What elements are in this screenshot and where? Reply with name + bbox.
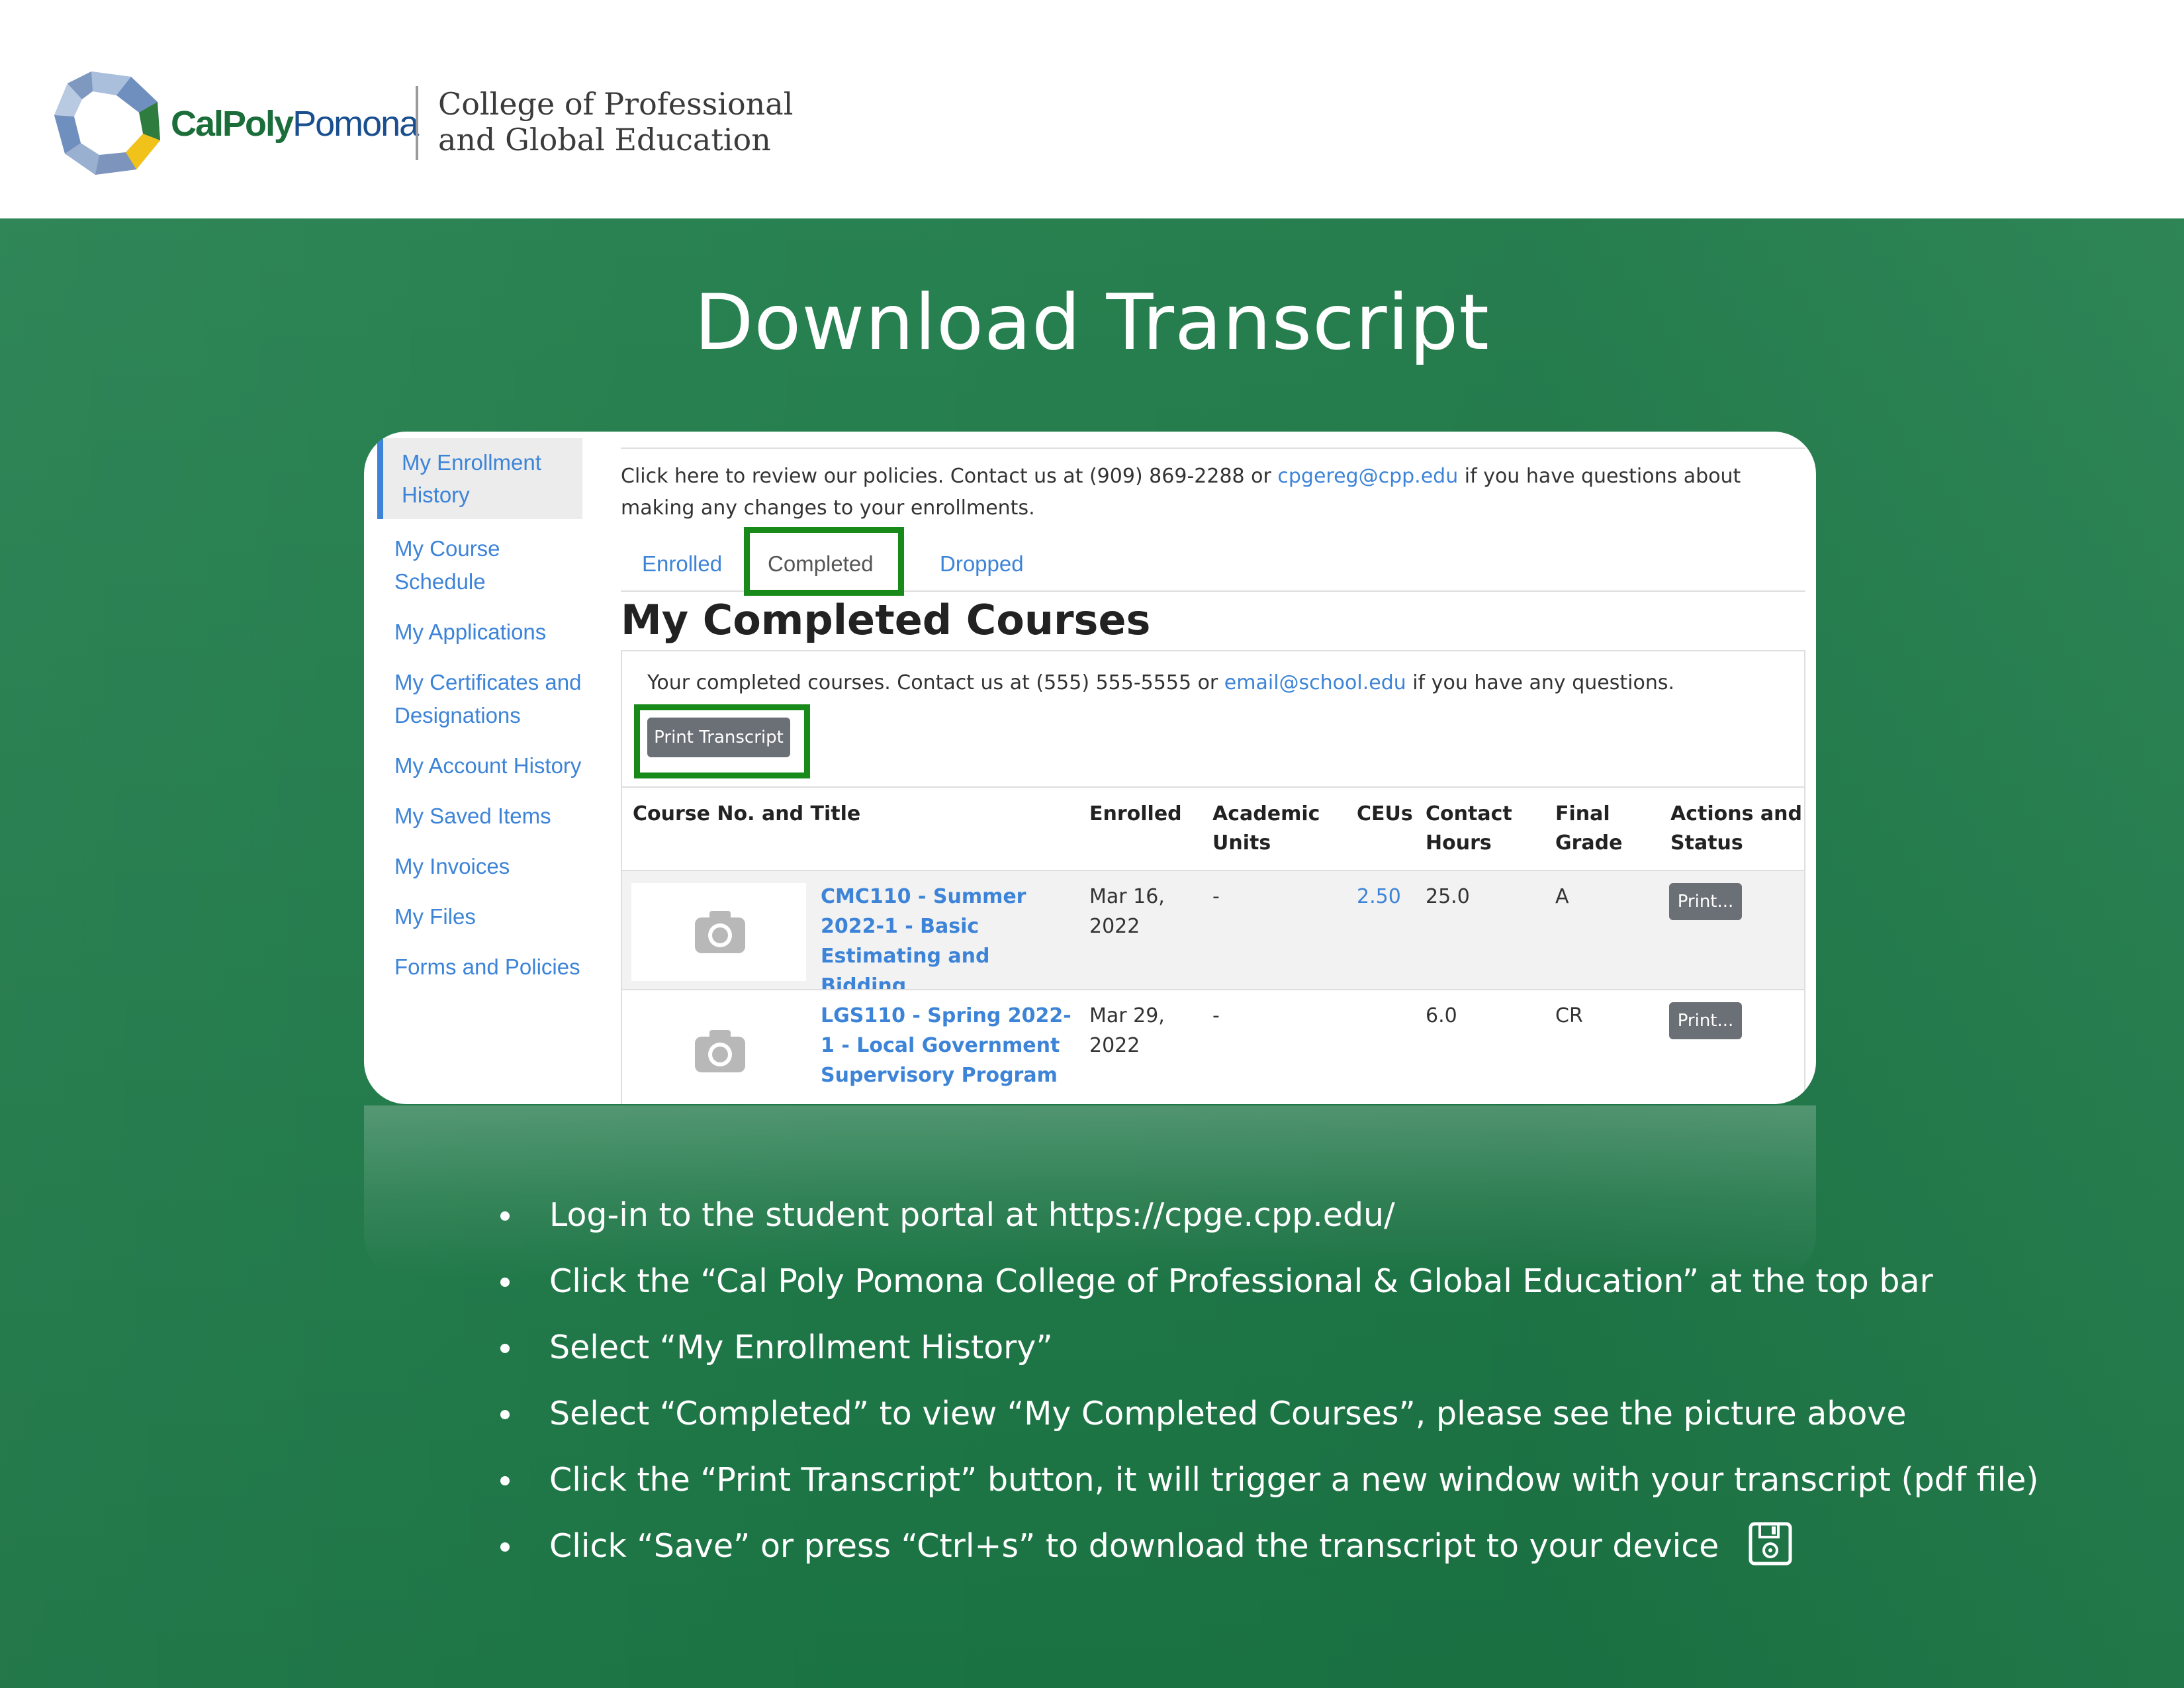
cell-ceus-link[interactable]: 2.50 [1357,882,1401,912]
course-title-link[interactable]: CMC110 - Summer 2022-1 - Basic Estimatin… [821,882,1072,1001]
step-text: Click the “Cal Poly Pomona College of Pr… [549,1262,1933,1300]
sidebar-item-forms-policies[interactable]: Forms and Policies [377,951,582,984]
step-item: Click “Save” or press “Ctrl+s” to downlo… [500,1522,2038,1593]
sidebar-item-invoices[interactable]: My Invoices [377,850,582,883]
wordmark-calpoly: CalPoly [171,104,294,144]
step-item: Click the “Print Transcript” button, it … [500,1460,2038,1526]
step-item: Select “Completed” to view “My Completed… [500,1394,2038,1460]
bullet-icon [500,1542,510,1552]
header-hours: Contact Hours [1426,802,1512,855]
sidebar-item-enrollment-history[interactable]: My Enrollment History [377,438,582,519]
tab-dropped[interactable]: Dropped [940,548,1024,580]
section-title: My Completed Courses [621,596,1151,644]
header-units: Academic Units [1212,802,1320,855]
table-row: LGS110 - Spring 2022-1 - Local Governmen… [622,989,1804,1104]
step-text: Select “My Enrollment History” [549,1329,1053,1366]
policy-text-before: Click here to review our policies. Conta… [621,465,1278,488]
bullet-icon [500,1344,510,1353]
sidebar-item-certificates[interactable]: My Certificates and Designations [377,666,582,732]
bullet-icon [500,1410,510,1419]
bullet-icon [500,1278,510,1287]
table-header: Course No. and Title Enrolled Academic U… [622,786,1804,871]
bullet-icon [500,1476,510,1485]
cell-enrolled: Mar 29, 2022 [1089,1004,1165,1057]
college-name-line2: and Global Education [438,122,771,158]
cell-grade: CR [1555,1004,1583,1027]
sidebar-item-applications[interactable]: My Applications [377,616,582,649]
completed-tab-highlight [744,527,904,596]
course-thumbnail [631,1002,806,1100]
portal-screenshot: My Enrollment History My Course Schedule… [364,432,1816,1104]
sidebar-item-files[interactable]: My Files [377,900,582,933]
camera-icon [695,1030,745,1072]
wordmark: CalPolyPomona [171,103,419,144]
logo-divider [416,86,418,160]
octagon-logo-icon [54,71,160,175]
panel-notice: Your completed courses. Contact us at (5… [647,671,1674,694]
step-item: Click the “Cal Poly Pomona College of Pr… [500,1262,2038,1328]
step-text: Click the “Print Transcript” button, it … [549,1461,2039,1499]
sidebar-item-account-history[interactable]: My Account History [377,749,582,782]
step-text: Select “Completed” to view “My Completed… [549,1395,1907,1432]
cell-enrolled: Mar 16, 2022 [1089,885,1165,938]
cell-units: - [1212,1004,1220,1027]
table-row: CMC110 - Summer 2022-1 - Basic Estimatin… [622,870,1804,998]
header-enrolled: Enrolled [1089,802,1182,825]
college-name: College of Professional and Global Educa… [438,86,793,158]
college-name-line1: College of Professional [438,86,794,122]
policy-email-link[interactable]: cpgereg@cpp.edu [1277,465,1458,488]
header-actions: Actions and Status [1670,802,1802,855]
sidebar-item-course-schedule[interactable]: My Course Schedule [377,532,582,598]
step-text: Click “Save” or press “Ctrl+s” to downlo… [549,1527,1719,1565]
sidebar-item-saved-items[interactable]: My Saved Items [377,800,582,833]
step-item: Log-in to the student portal at https://… [500,1196,2038,1262]
step-item: Select “My Enrollment History” [500,1328,2038,1394]
header: CalPolyPomona College of Professional an… [0,0,2184,218]
wordmark-pomona: Pomona [293,104,419,144]
camera-icon [695,911,745,953]
tab-enrolled[interactable]: Enrolled [642,548,722,580]
policy-notice: Click here to review our policies. Conta… [621,461,1786,524]
sidebar: My Enrollment History My Course Schedule… [377,438,582,1001]
course-title-link[interactable]: LGS110 - Spring 2022-1 - Local Governmen… [821,1001,1072,1090]
step-text: Log-in to the student portal at https://… [549,1196,1395,1234]
floppy-disk-save-icon [1749,1522,1792,1565]
instruction-list: Log-in to the student portal at https://… [500,1196,2038,1593]
course-thumbnail [631,883,806,981]
header-ceus: CEUs [1357,802,1413,825]
panel-email-link[interactable]: email@school.edu [1224,671,1406,694]
page-title: Download Transcript [694,278,1490,367]
header-course: Course No. and Title [633,802,861,825]
panel-text-before: Your completed courses. Contact us at (5… [647,671,1224,694]
print-button-highlight [634,704,810,778]
top-divider [621,447,1805,449]
cell-grade: A [1555,885,1569,908]
panel-text-after: if you have any questions. [1406,671,1674,694]
row-print-button[interactable]: Print... [1669,883,1742,920]
cell-hours: 25.0 [1426,885,1470,908]
bullet-icon [500,1211,510,1221]
cell-units: - [1212,885,1220,908]
cell-hours: 6.0 [1426,1004,1457,1027]
row-print-button[interactable]: Print... [1669,1002,1742,1039]
header-grade: Final Grade [1555,802,1623,855]
